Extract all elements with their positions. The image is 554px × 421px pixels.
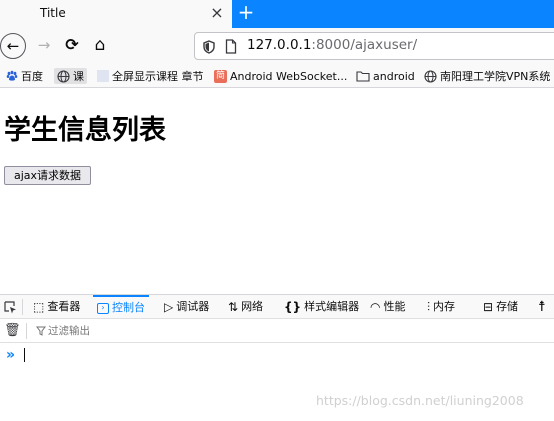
network-icon: ⇅ bbox=[228, 300, 239, 314]
navigation-toolbar: ← → ⟳ ⌂ 127.0.0.1:8000/ajaxuser/ bbox=[0, 28, 554, 64]
filter-separator bbox=[26, 323, 27, 339]
paw-icon bbox=[6, 70, 18, 81]
folder-icon bbox=[356, 71, 370, 82]
tab-debugger[interactable]: ▷ 调试器 bbox=[164, 295, 209, 319]
bookmark-android-websocket[interactable]: 简 Android WebSocket... bbox=[214, 68, 347, 84]
bookmark-label: 课 bbox=[73, 70, 84, 83]
inspector-icon: ⬚ bbox=[33, 300, 45, 314]
url-text[interactable]: 127.0.0.1:8000/ajaxuser/ bbox=[247, 37, 417, 53]
console-filter-row: 🗑 bbox=[0, 319, 554, 343]
tab-label: 存储 bbox=[496, 300, 519, 313]
tab-label: 样式编辑器 bbox=[304, 300, 360, 313]
bookmark-label: 百度 bbox=[21, 70, 43, 83]
forward-button[interactable]: → bbox=[31, 33, 57, 59]
url-bar[interactable]: 127.0.0.1:8000/ajaxuser/ bbox=[194, 32, 554, 60]
console-filter-input[interactable] bbox=[34, 321, 334, 341]
tab-label: 网络 bbox=[241, 300, 264, 313]
element-picker-icon[interactable] bbox=[4, 301, 17, 314]
tab-style-editor[interactable]: {} 样式编辑器 bbox=[284, 295, 359, 319]
storage-icon: ⊟ bbox=[483, 300, 494, 314]
globe-icon bbox=[424, 69, 437, 83]
bookmark-ke[interactable]: 课 bbox=[54, 68, 87, 84]
bookmark-label: Android WebSocket... bbox=[230, 69, 348, 83]
tab-label: 内存 bbox=[433, 300, 456, 313]
bookmark-label: 全屏显示课程 章节 bbox=[112, 70, 204, 83]
new-tab-button[interactable]: + bbox=[236, 1, 256, 25]
bookmark-label: 南阳理工学院VPN系统 bbox=[440, 70, 551, 83]
shield-icon[interactable] bbox=[203, 40, 215, 54]
tab-label: 调试器 bbox=[176, 300, 210, 313]
devtools-toolbar: ⬚ 查看器 › 控制台 ▷ 调试器 ⇅ 网络 {} 样式编辑器 ◠ 性能 ⫶ 内… bbox=[0, 295, 554, 319]
tab-storage[interactable]: ⊟ 存储 bbox=[483, 295, 518, 319]
close-tab-icon[interactable]: × bbox=[208, 3, 226, 23]
page-icon bbox=[97, 70, 109, 82]
style-editor-icon: {} bbox=[284, 300, 302, 314]
toolbar-separator bbox=[22, 299, 23, 315]
url-host: 127.0.0.1 bbox=[247, 37, 312, 53]
bookmark-baidu[interactable]: 百度 bbox=[6, 68, 43, 84]
tab-console[interactable]: › 控制台 bbox=[93, 295, 149, 319]
tab-memory[interactable]: ⫶ 内存 bbox=[427, 295, 455, 319]
debugger-icon: ▷ bbox=[164, 300, 174, 314]
tab-inspector[interactable]: ⬚ 查看器 bbox=[33, 295, 80, 319]
performance-icon: ◠ bbox=[370, 300, 381, 314]
page-heading: 学生信息列表 bbox=[4, 115, 166, 146]
console-input-caret[interactable] bbox=[24, 348, 25, 362]
accessibility-icon: ☨ bbox=[538, 299, 546, 315]
globe-icon bbox=[57, 69, 70, 83]
watermark: https://blog.csdn.net/liuning2008 bbox=[316, 393, 524, 408]
reload-button[interactable]: ⟳ bbox=[59, 33, 85, 59]
bookmark-label: android bbox=[373, 69, 415, 83]
trash-icon[interactable]: 🗑 bbox=[4, 323, 21, 339]
tab-title: Title bbox=[40, 6, 66, 20]
jianshu-icon: 简 bbox=[214, 69, 227, 83]
page-info-icon[interactable] bbox=[225, 39, 237, 54]
bookmark-nyist-vpn[interactable]: 南阳理工学院VPN系统 bbox=[424, 68, 550, 84]
memory-icon: ⫶ bbox=[427, 300, 431, 314]
bookmark-fullscreen-course[interactable]: 全屏显示课程 章节 bbox=[97, 68, 204, 84]
home-button[interactable]: ⌂ bbox=[87, 33, 113, 59]
browser-tab[interactable]: Title × bbox=[0, 0, 232, 28]
title-bar: Title × + bbox=[0, 0, 554, 28]
accessibility-tab[interactable]: ☨ bbox=[538, 295, 546, 319]
back-button[interactable]: ← bbox=[0, 33, 26, 59]
url-path: :8000/ajaxuser/ bbox=[311, 37, 418, 53]
ajax-request-button[interactable]: ajax请求数据 bbox=[4, 166, 91, 185]
tab-label: 查看器 bbox=[47, 300, 81, 313]
tab-network[interactable]: ⇅ 网络 bbox=[228, 295, 263, 319]
bookmarks-toolbar: 百度 课 全屏显示课程 章节 简 Android WebSocket... an… bbox=[0, 64, 554, 88]
console-prompt-icon: » bbox=[6, 347, 16, 363]
console-icon: › bbox=[97, 302, 109, 314]
tab-label: 控制台 bbox=[112, 301, 145, 314]
tab-performance[interactable]: ◠ 性能 bbox=[370, 295, 405, 319]
bookmark-android-folder[interactable]: android bbox=[356, 68, 415, 84]
tab-label: 性能 bbox=[383, 300, 406, 313]
